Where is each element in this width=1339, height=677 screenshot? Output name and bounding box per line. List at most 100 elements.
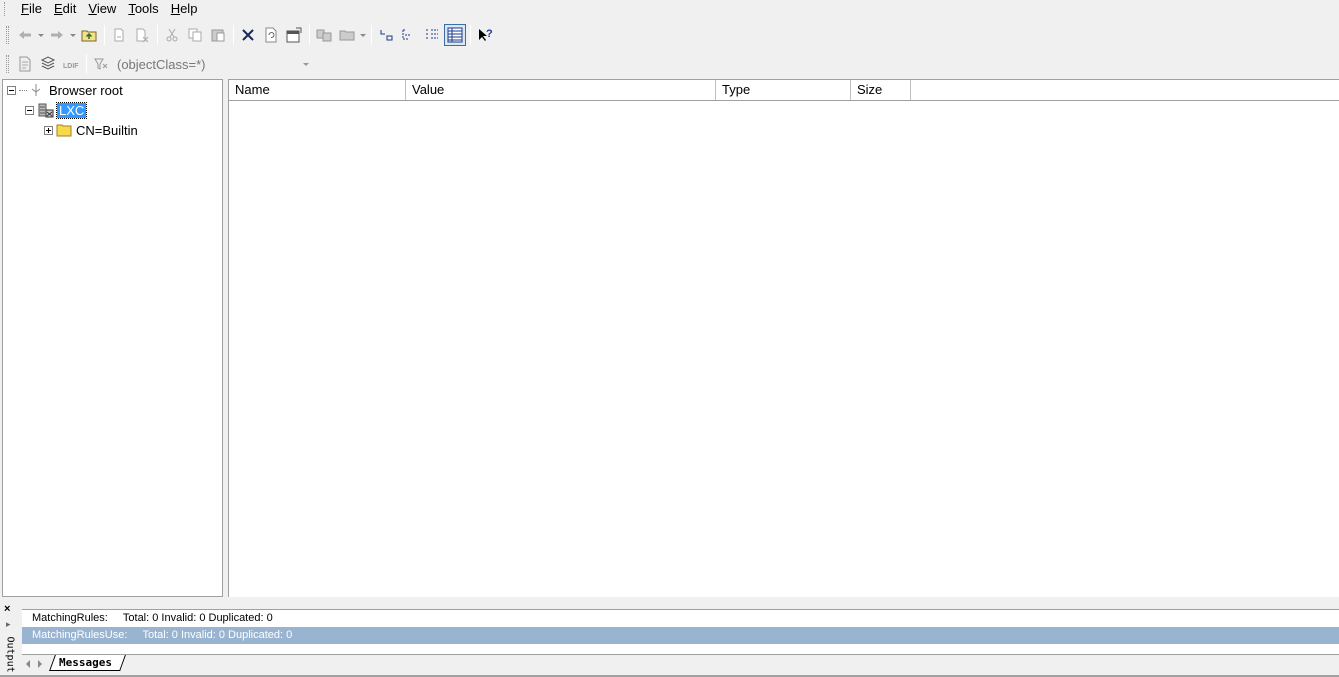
pin-icon	[31, 84, 41, 96]
column-header-size[interactable]: Size	[851, 80, 911, 100]
move-entry-button[interactable]	[313, 24, 335, 46]
tree-node-label: Browser root	[49, 82, 123, 98]
menu-bar: File Edit View Tools Help	[0, 0, 1339, 18]
close-x-icon	[242, 29, 254, 41]
output-panel-title: Output	[4, 636, 16, 673]
delete-button[interactable]	[237, 24, 259, 46]
ldif-icon: LDIF	[63, 63, 79, 70]
move-icon	[316, 29, 332, 42]
column-header-value[interactable]: Value	[406, 80, 716, 100]
help-button[interactable]: ?	[474, 24, 496, 46]
toolbar-separator	[233, 25, 234, 45]
back-dropdown[interactable]	[37, 24, 44, 46]
main-toolbar: ?	[0, 22, 1339, 48]
output-messages[interactable]: MatchingRules: Total: 0 Invalid: 0 Dupli…	[22, 609, 1339, 654]
scissors-icon	[166, 28, 178, 42]
column-headers: Name Value Type Size	[229, 80, 1339, 101]
close-icon[interactable]: ×	[4, 603, 10, 615]
refresh-document-icon	[265, 27, 277, 43]
toolbar-separator	[86, 54, 87, 74]
copy-icon	[188, 28, 202, 42]
small-icons-icon	[402, 29, 410, 40]
tree-node-label: CN=Builtin	[76, 122, 138, 138]
new-document-icon	[114, 28, 124, 42]
collapse-icon[interactable]	[25, 105, 34, 115]
filter-value: (objectClass=*)	[117, 56, 206, 72]
filter-button[interactable]	[90, 53, 112, 75]
help-pointer-icon: ?	[479, 28, 493, 41]
output-panel-sidebar: × ▸ Output	[0, 601, 20, 677]
list-view-button[interactable]	[421, 24, 443, 46]
paste-button[interactable]	[207, 24, 229, 46]
tree-node-lxc[interactable]: LXC	[25, 101, 88, 119]
tree-node-cn-builtin[interactable]: CN=Builtin	[44, 121, 138, 139]
open-folder-button[interactable]	[336, 24, 358, 46]
tab-messages[interactable]: Messages	[49, 655, 126, 671]
toolbar-separator	[470, 25, 471, 45]
menu-help[interactable]: Help	[165, 0, 204, 18]
tab-scroll-right-icon[interactable]	[34, 657, 46, 671]
filter-funnel-icon	[94, 58, 108, 70]
forward-arrow-icon	[51, 31, 63, 39]
menu-grip	[4, 2, 7, 16]
small-icons-button[interactable]	[398, 24, 420, 46]
tree-pane[interactable]: Browser root LXC CN=Builtin	[2, 79, 223, 597]
export-button[interactable]	[14, 53, 36, 75]
toolbar-separator	[104, 25, 105, 45]
refresh-button[interactable]	[260, 24, 282, 46]
tree-node-label: LXC	[55, 101, 88, 119]
layers-icon	[40, 56, 56, 70]
toolbar-grip[interactable]	[6, 55, 9, 73]
document-remove-icon	[136, 28, 149, 43]
schema-button[interactable]	[37, 53, 59, 75]
column-header-name[interactable]: Name	[229, 80, 406, 100]
back-button[interactable]	[14, 24, 36, 46]
server-icon	[38, 103, 54, 118]
toolbar-separator	[371, 25, 372, 45]
up-level-button[interactable]	[78, 24, 100, 46]
svg-text:LDIF: LDIF	[63, 63, 79, 70]
expand-icon[interactable]	[44, 125, 53, 135]
toolbar-separator	[157, 25, 158, 45]
properties-button[interactable]	[283, 24, 305, 46]
details-view-button[interactable]	[444, 24, 466, 46]
menu-tools[interactable]: Tools	[122, 0, 164, 18]
collapse-icon[interactable]	[7, 85, 16, 95]
filter-combobox[interactable]: (objectClass=*)	[113, 54, 313, 74]
ldif-button[interactable]: LDIF	[60, 53, 82, 75]
forward-button[interactable]	[46, 24, 68, 46]
new-entry-button[interactable]	[108, 24, 130, 46]
cut-button[interactable]	[161, 24, 183, 46]
folder-up-icon	[81, 30, 97, 42]
menu-file[interactable]: File	[15, 0, 48, 18]
large-icons-button[interactable]	[375, 24, 397, 46]
menu-edit[interactable]: Edit	[48, 0, 82, 18]
clipboard-icon	[211, 29, 225, 42]
output-tabstrip: Messages	[22, 654, 1339, 675]
message-row-selected[interactable]: MatchingRulesUse: Total: 0 Invalid: 0 Du…	[22, 627, 1339, 644]
details-grid-icon	[447, 27, 463, 43]
list-icon	[426, 29, 438, 39]
folder-dropdown[interactable]	[359, 24, 366, 46]
forward-dropdown[interactable]	[69, 24, 76, 46]
menu-view[interactable]: View	[82, 0, 122, 18]
properties-icon	[286, 27, 302, 43]
large-icons-icon	[380, 30, 393, 41]
back-arrow-icon	[19, 31, 31, 39]
tree-connector	[19, 89, 27, 91]
tab-scroll-left-icon[interactable]	[22, 657, 34, 671]
filter-toolbar: LDIF (objectClass=*)	[0, 51, 1339, 77]
tree-node-browser-root[interactable]: Browser root	[7, 81, 123, 99]
export-document-icon	[19, 56, 31, 72]
details-pane[interactable]: Name Value Type Size	[228, 79, 1339, 597]
column-header-type[interactable]: Type	[716, 80, 851, 100]
svg-text:?: ?	[486, 28, 493, 40]
delete-entry-button[interactable]	[131, 24, 153, 46]
folder-icon	[56, 124, 72, 137]
chevron-down-icon[interactable]	[303, 62, 309, 66]
toolbar-grip[interactable]	[6, 26, 9, 44]
copy-button[interactable]	[184, 24, 206, 46]
pin-icon[interactable]: ▸	[6, 619, 11, 630]
message-row[interactable]: MatchingRules: Total: 0 Invalid: 0 Dupli…	[22, 610, 1339, 627]
toolbar-separator	[309, 25, 310, 45]
